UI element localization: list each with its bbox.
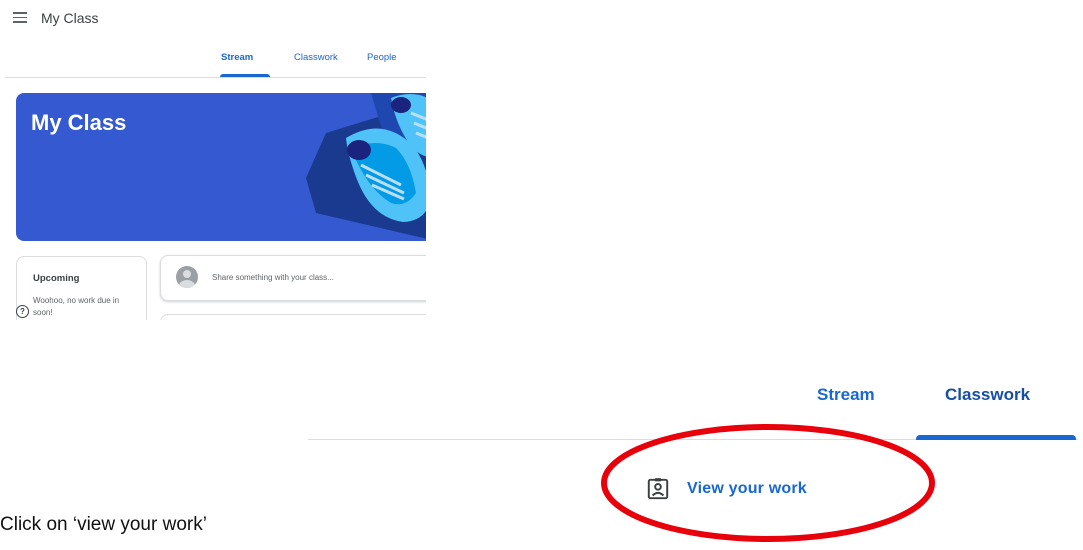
tab-stream[interactable]: Stream — [221, 52, 253, 63]
active-tab-indicator-zoomed — [916, 435, 1076, 440]
tab-stream-zoomed[interactable]: Stream — [817, 385, 875, 405]
hamburger-menu-icon[interactable] — [13, 12, 27, 26]
banner-title: My Class — [31, 110, 127, 135]
class-banner: My Class — [16, 93, 426, 241]
class-title: My Class — [41, 10, 99, 26]
stream-card — [160, 314, 426, 320]
upcoming-card: Upcoming Woohoo, no work due in soon! — [16, 256, 147, 320]
tab-people[interactable]: People — [367, 52, 397, 63]
tab-bar: Stream Classwork People — [0, 52, 426, 74]
tab-classwork[interactable]: Classwork — [294, 52, 338, 63]
avatar — [176, 266, 198, 288]
upcoming-title: Upcoming — [33, 273, 80, 284]
classroom-screenshot-top: My Class Stream Classwork People My Clas… — [0, 0, 426, 320]
view-your-work-button[interactable]: View your work — [645, 472, 807, 506]
help-icon[interactable]: ? — [16, 305, 29, 318]
upcoming-text: Woohoo, no work due in soon! — [33, 296, 120, 317]
instruction-text: Click on ‘view your work’ — [0, 514, 207, 535]
divider — [5, 77, 426, 78]
share-placeholder[interactable]: Share something with your class... — [212, 273, 334, 282]
tab-classwork-zoomed[interactable]: Classwork — [945, 385, 1030, 405]
assignment-ind-icon — [647, 478, 669, 500]
view-your-work-label: View your work — [687, 480, 807, 497]
